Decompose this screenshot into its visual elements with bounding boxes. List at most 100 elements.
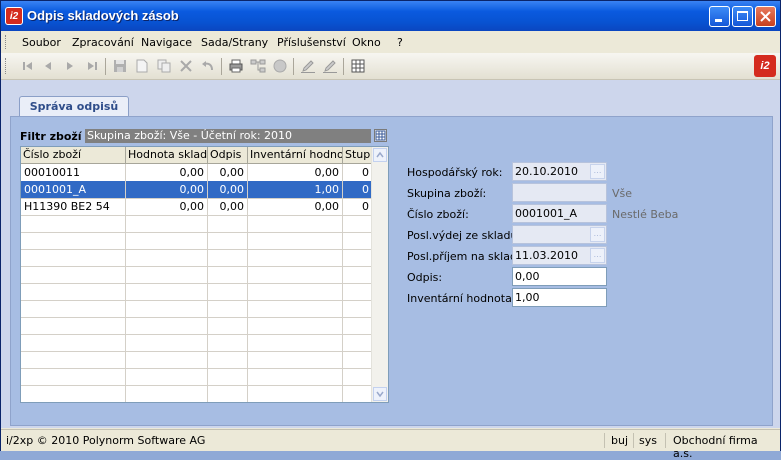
cell-inventarni-hodnota[interactable]: 1,00 bbox=[248, 181, 343, 198]
empty-table-row[interactable] bbox=[21, 215, 373, 233]
cell-hodnota-skladu[interactable] bbox=[126, 215, 208, 232]
empty-table-row[interactable] bbox=[21, 300, 373, 318]
field-skupina-zbozi[interactable] bbox=[512, 183, 607, 202]
cell-odpis[interactable]: 0,00 bbox=[208, 198, 248, 215]
save-icon[interactable] bbox=[112, 58, 128, 74]
empty-table-row[interactable] bbox=[21, 249, 373, 267]
first-record-icon[interactable] bbox=[20, 58, 36, 74]
cell-hodnota-skladu[interactable] bbox=[126, 232, 208, 249]
column-header-hodnota-skladu[interactable]: Hodnota skladu bbox=[126, 147, 208, 163]
edit-icon[interactable] bbox=[300, 58, 316, 74]
field-odpis[interactable]: 0,00 bbox=[512, 267, 607, 286]
print-icon[interactable] bbox=[228, 58, 244, 74]
cell-hodnota-skladu[interactable]: 0,00 bbox=[126, 181, 208, 198]
scroll-down-icon[interactable] bbox=[373, 387, 387, 401]
items-grid[interactable]: Číslo zboží Hodnota skladu Odpis Inventá… bbox=[20, 146, 389, 403]
cell-stup[interactable] bbox=[343, 266, 373, 283]
app-icon[interactable]: i2 bbox=[5, 7, 23, 25]
cell-inventarni-hodnota[interactable] bbox=[248, 266, 343, 283]
new-icon[interactable] bbox=[134, 58, 150, 74]
minimize-button[interactable] bbox=[709, 6, 730, 27]
cell-stup[interactable] bbox=[343, 317, 373, 334]
cell-odpis[interactable] bbox=[208, 249, 248, 266]
cell-hodnota-skladu[interactable]: 0,00 bbox=[126, 198, 208, 215]
filter-button[interactable] bbox=[374, 129, 387, 142]
table-row[interactable]: 0001001_A 0,00 0,00 1,00 0 bbox=[21, 181, 373, 199]
cell-hodnota-skladu[interactable]: 0,00 bbox=[126, 164, 208, 181]
column-header-inventarni-hodnota[interactable]: Inventární hodnota bbox=[248, 147, 343, 163]
tab-sprava-odpisu[interactable]: Správa odpisů bbox=[19, 96, 129, 117]
cell-cislo-zbozi[interactable]: H11390 BE2 54 bbox=[21, 198, 126, 215]
cell-odpis[interactable] bbox=[208, 334, 248, 351]
last-record-icon[interactable] bbox=[84, 58, 100, 74]
cell-inventarni-hodnota[interactable] bbox=[248, 300, 343, 317]
cell-stup[interactable] bbox=[343, 385, 373, 402]
menu-prislusenstvi[interactable]: Příslušenství bbox=[277, 36, 346, 49]
cell-inventarni-hodnota[interactable]: 0,00 bbox=[248, 198, 343, 215]
cell-hodnota-skladu[interactable] bbox=[126, 351, 208, 368]
edit-field-icon[interactable] bbox=[322, 58, 338, 74]
cell-odpis[interactable] bbox=[208, 351, 248, 368]
filter-display[interactable]: Skupina zboží: Vše - Účetní rok: 2010 bbox=[85, 129, 371, 143]
cell-inventarni-hodnota[interactable] bbox=[248, 368, 343, 385]
menu-soubor[interactable]: Soubor bbox=[22, 36, 61, 49]
cell-stup[interactable] bbox=[343, 351, 373, 368]
table-row[interactable]: H11390 BE2 54 0,00 0,00 0,00 0 bbox=[21, 198, 373, 216]
lookup-button[interactable]: … bbox=[590, 227, 605, 242]
cell-inventarni-hodnota[interactable] bbox=[248, 334, 343, 351]
cell-cislo-zbozi[interactable] bbox=[21, 266, 126, 283]
delete-icon[interactable] bbox=[178, 58, 194, 74]
scroll-up-icon[interactable] bbox=[373, 148, 387, 162]
cell-odpis[interactable] bbox=[208, 368, 248, 385]
empty-table-row[interactable] bbox=[21, 334, 373, 352]
cell-odpis[interactable]: 0,00 bbox=[208, 164, 248, 181]
empty-table-row[interactable] bbox=[21, 266, 373, 284]
cell-stup[interactable] bbox=[343, 283, 373, 300]
cell-cislo-zbozi[interactable] bbox=[21, 317, 126, 334]
cell-odpis[interactable] bbox=[208, 283, 248, 300]
maximize-button[interactable] bbox=[732, 6, 753, 27]
cell-stup[interactable] bbox=[343, 232, 373, 249]
cell-inventarni-hodnota[interactable]: 0,00 bbox=[248, 164, 343, 181]
cell-inventarni-hodnota[interactable] bbox=[248, 351, 343, 368]
empty-table-row[interactable] bbox=[21, 232, 373, 250]
cell-cislo-zbozi[interactable] bbox=[21, 351, 126, 368]
field-hospodarsky-rok[interactable]: 20.10.2010 … bbox=[512, 162, 607, 181]
cell-stup[interactable] bbox=[343, 334, 373, 351]
lookup-button[interactable]: … bbox=[590, 248, 605, 263]
title-bar[interactable]: i2 Odpis skladových zásob bbox=[1, 1, 780, 31]
cell-cislo-zbozi[interactable]: 0001001_A bbox=[21, 181, 126, 198]
cell-cislo-zbozi[interactable] bbox=[21, 300, 126, 317]
cell-hodnota-skladu[interactable] bbox=[126, 317, 208, 334]
cell-inventarni-hodnota[interactable] bbox=[248, 385, 343, 402]
empty-table-row[interactable] bbox=[21, 317, 373, 335]
cell-stup[interactable] bbox=[343, 368, 373, 385]
tree-icon[interactable] bbox=[250, 58, 266, 74]
cell-inventarni-hodnota[interactable] bbox=[248, 317, 343, 334]
cell-hodnota-skladu[interactable] bbox=[126, 266, 208, 283]
cell-hodnota-skladu[interactable] bbox=[126, 249, 208, 266]
cell-hodnota-skladu[interactable] bbox=[126, 368, 208, 385]
cell-stup[interactable] bbox=[343, 300, 373, 317]
cell-hodnota-skladu[interactable] bbox=[126, 300, 208, 317]
menu-navigace[interactable]: Navigace bbox=[141, 36, 192, 49]
cell-inventarni-hodnota[interactable] bbox=[248, 215, 343, 232]
cell-stup[interactable] bbox=[343, 249, 373, 266]
close-button[interactable] bbox=[755, 6, 776, 27]
next-record-icon[interactable] bbox=[62, 58, 78, 74]
menu-sada-strany[interactable]: Sada/Strany bbox=[201, 36, 268, 49]
menu-zpracovani[interactable]: Zpracování bbox=[72, 36, 134, 49]
cell-inventarni-hodnota[interactable] bbox=[248, 232, 343, 249]
cell-cislo-zbozi[interactable] bbox=[21, 385, 126, 402]
cell-cislo-zbozi[interactable] bbox=[21, 215, 126, 232]
cell-inventarni-hodnota[interactable] bbox=[248, 283, 343, 300]
stop-icon[interactable] bbox=[272, 58, 288, 74]
field-inventarni-hodnota[interactable]: 1,00 bbox=[512, 288, 607, 307]
column-header-stup[interactable]: Stup. bbox=[343, 147, 373, 163]
cell-odpis[interactable] bbox=[208, 317, 248, 334]
cell-cislo-zbozi[interactable] bbox=[21, 249, 126, 266]
cell-stup[interactable]: 0 bbox=[343, 198, 373, 215]
cell-odpis[interactable] bbox=[208, 385, 248, 402]
table-row[interactable]: 00010011 0,00 0,00 0,00 0 bbox=[21, 164, 373, 182]
cell-odpis[interactable] bbox=[208, 215, 248, 232]
